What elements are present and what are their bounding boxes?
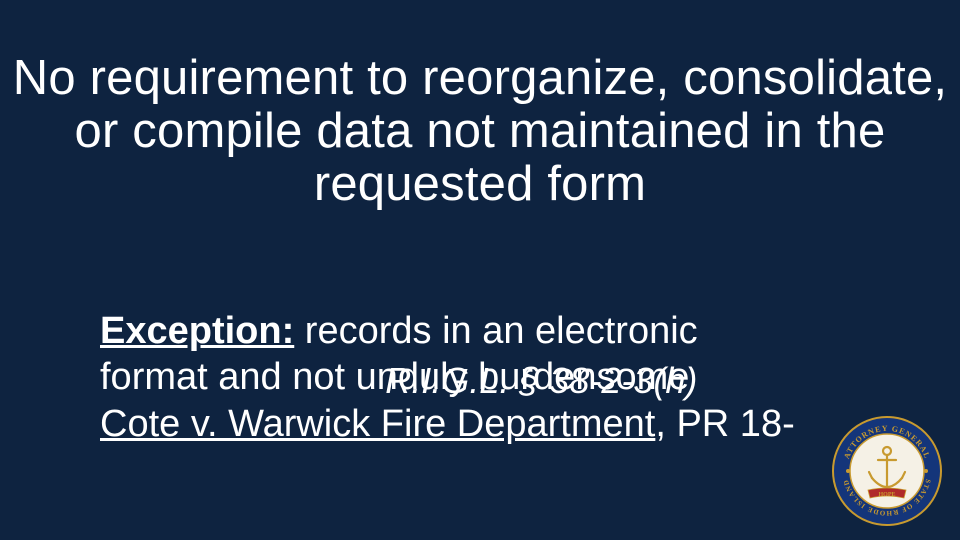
slide: No requirement to reorganize, consolidat… <box>0 0 960 540</box>
line1-rest: records in an electronic <box>294 310 697 352</box>
body-line-4: 15 <box>100 447 890 493</box>
body-line-1: Exception: records in an electronic <box>100 308 890 354</box>
slide-body: Exception: records in an electronic form… <box>100 308 890 493</box>
exception-label: Exception: <box>100 310 294 352</box>
case-after: , PR 18- <box>655 403 794 445</box>
seal-ribbon-text: HOPE <box>878 492 895 498</box>
ri-attorney-general-seal-icon: ATTORNEY GENERAL STATE OF RHODE ISLAND H… <box>832 416 942 526</box>
statute-citation: R.I.G.L. § 38-2-3(h) <box>385 359 697 403</box>
case-name: Cote v. Warwick Fire Department <box>100 403 655 445</box>
title-text: No requirement to reorganize, consolidat… <box>13 51 947 211</box>
overlap-wrap: format and not unduly burdensome R.I.G.L… <box>100 356 689 398</box>
body-line-2: format and not unduly burdensome R.I.G.L… <box>100 354 890 400</box>
slide-title: No requirement to reorganize, consolidat… <box>0 52 960 211</box>
body-line-3: Cote v. Warwick Fire Department, PR 18- <box>100 401 890 447</box>
